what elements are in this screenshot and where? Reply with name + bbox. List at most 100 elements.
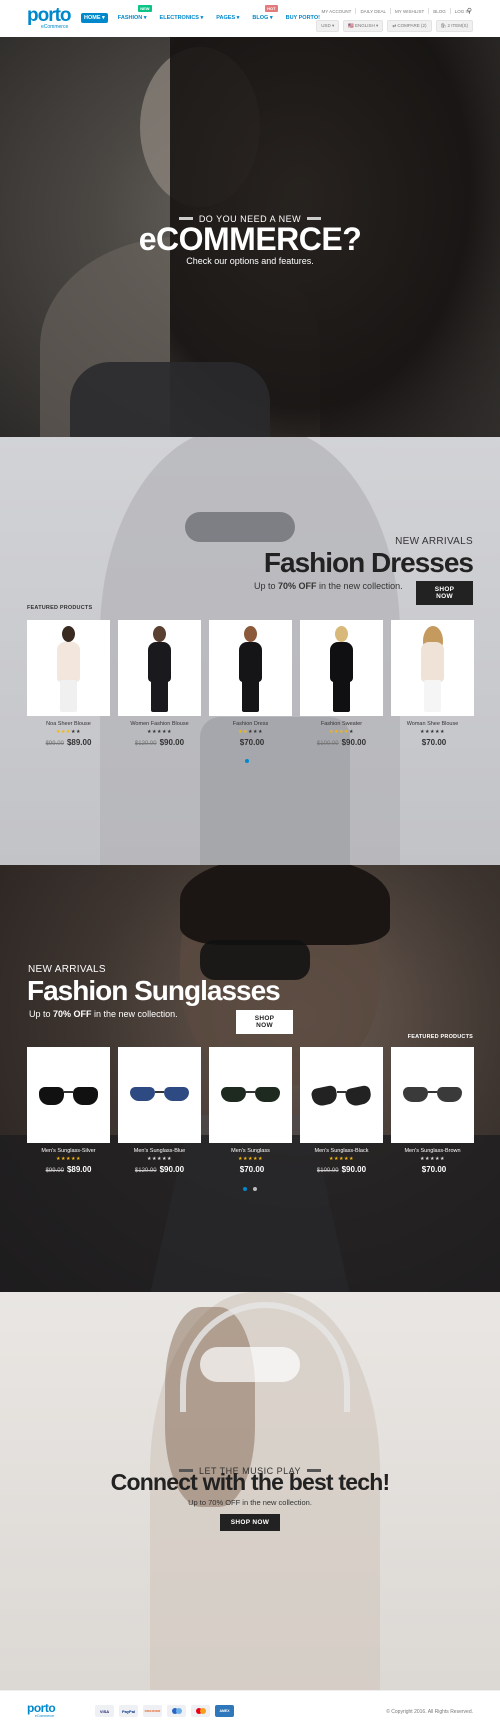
site-header: porto eCommerce HOME ▾ FASHION ▾ NEW ELEC…	[0, 0, 500, 37]
product-card[interactable]: Fashion Dress ★★★★★ $70.00	[209, 620, 292, 747]
product-name[interactable]: Fashion Dress	[209, 721, 292, 727]
link-my-wishlist[interactable]: MY WISHLIST	[395, 9, 424, 14]
rating-stars: ★★★★★	[300, 729, 383, 735]
new-badge: NEW	[138, 5, 152, 12]
nav-electronics[interactable]: ELECTRONICS ▾	[157, 13, 207, 23]
price: $90.00	[341, 1165, 367, 1174]
product-name[interactable]: Men's Sunglass-Silver	[27, 1148, 110, 1154]
divider	[390, 8, 392, 14]
bridge	[428, 1091, 437, 1093]
star-icon: ★	[348, 729, 354, 735]
model-figure	[235, 626, 265, 712]
price: $89.00	[66, 738, 92, 747]
currency-select[interactable]: USD ▾	[316, 20, 340, 32]
product-name[interactable]: Men's Sunglass-Brown	[391, 1148, 474, 1154]
dresses-promo: Up to 70% OFF in the new collection.	[254, 581, 403, 591]
product-name[interactable]: Men's Sunglass-Blue	[118, 1148, 201, 1154]
product-price-row: $70.00	[209, 738, 292, 747]
carousel-dot[interactable]	[245, 759, 249, 763]
link-my-account[interactable]: MY ACCOUNT	[322, 9, 352, 14]
product-name[interactable]: Noa Sheer Blouse	[27, 721, 110, 727]
product-card[interactable]: Noa Sheer Blouse ★★★★★ $99.00 $89.00	[27, 620, 110, 747]
dresses-shop-now-button[interactable]: SHOP NOW	[416, 581, 473, 605]
rating-stars: ★★★★★	[118, 1156, 201, 1162]
price: $89.00	[66, 1165, 92, 1174]
music-bg-glasses	[200, 1347, 300, 1382]
model-torso	[148, 642, 171, 682]
old-price: $120.00	[134, 1168, 157, 1174]
sunglasses-carousel-dots	[243, 1187, 257, 1191]
dresses-title: Fashion Dresses	[263, 547, 474, 578]
footer-logo-word: porto	[27, 1701, 56, 1715]
lens-left	[39, 1087, 64, 1105]
product-image[interactable]	[27, 620, 110, 716]
mastercard-blue-icon	[167, 1705, 186, 1717]
model-figure	[144, 626, 174, 712]
product-card[interactable]: Men's Sunglass-Black ★★★★★ $100.00 $90.00	[300, 1047, 383, 1174]
product-image[interactable]	[27, 1047, 110, 1143]
section-fashion-dresses: NEW ARRIVALS Fashion Dresses Up to 70% O…	[0, 437, 500, 865]
sunglasses-bg-shades	[200, 940, 310, 980]
product-image[interactable]	[300, 620, 383, 716]
nav-fashion[interactable]: FASHION ▾ NEW	[115, 5, 152, 23]
nav-home[interactable]: HOME ▾	[81, 13, 108, 23]
cart-button[interactable]: 🛍 2 ITEM(S)	[435, 20, 473, 32]
product-card[interactable]: Fashion Sweater ★★★★★ $100.00 $90.00	[300, 620, 383, 747]
product-price-row: $70.00	[391, 738, 474, 747]
lens-right	[255, 1087, 280, 1102]
site-footer: porto eCommerce VISA PayPal DISCOVER AME…	[0, 1690, 500, 1728]
sunglasses-shop-now-button[interactable]: SHOP NOW	[236, 1010, 293, 1034]
nav-blog[interactable]: BLOG ▾ HOT	[249, 5, 278, 23]
copyright: © Copyright 2016. All Rights Reserved.	[386, 1709, 473, 1715]
sunglasses-image	[126, 1085, 193, 1107]
model-legs	[333, 680, 350, 712]
star-icon: ★	[166, 729, 172, 735]
link-blog[interactable]: BLOG	[433, 9, 446, 14]
paypal-icon: PayPal	[119, 1705, 138, 1717]
product-price-row: $100.00 $90.00	[300, 738, 383, 747]
carousel-dot[interactable]	[253, 1187, 257, 1191]
product-card[interactable]: Woman Shee Blouse ★★★★★ $70.00	[391, 620, 474, 747]
divider	[428, 8, 430, 14]
price: $70.00	[239, 1165, 265, 1174]
nav-pages[interactable]: PAGES ▾	[213, 13, 242, 23]
product-name[interactable]: Woman Shee Blouse	[391, 721, 474, 727]
search-icon[interactable]: ⚲	[467, 7, 472, 15]
product-name[interactable]: Fashion Sweater	[300, 721, 383, 727]
product-card[interactable]: Men's Sunglass ★★★★★ $70.00	[209, 1047, 292, 1174]
product-card[interactable]: Men's Sunglass-Blue ★★★★★ $120.00 $90.00	[118, 1047, 201, 1174]
product-image[interactable]	[391, 620, 474, 716]
footer-logo[interactable]: porto eCommerce	[27, 1701, 56, 1718]
product-card[interactable]: Women Fashion Blouse ★★★★★ $120.00 $90.00	[118, 620, 201, 747]
product-name[interactable]: Men's Sunglass	[209, 1148, 292, 1154]
model-legs	[424, 680, 441, 712]
compare-button[interactable]: ⇄ COMPARE (2)	[387, 20, 432, 32]
nav-fashion-label: FASHION ▾	[117, 15, 147, 21]
bridge	[155, 1091, 164, 1093]
model-figure	[417, 626, 447, 712]
product-image[interactable]	[209, 620, 292, 716]
price: $90.00	[159, 1165, 185, 1174]
logo-word: porto	[27, 5, 72, 26]
product-image[interactable]	[118, 620, 201, 716]
product-name[interactable]: Men's Sunglass-Black	[300, 1148, 383, 1154]
product-name[interactable]: Women Fashion Blouse	[118, 721, 201, 727]
model-legs	[60, 680, 77, 712]
language-select[interactable]: 🇺🇸 ENGLISH ▾	[343, 20, 384, 32]
carousel-dot[interactable]	[243, 1187, 247, 1191]
product-image[interactable]	[300, 1047, 383, 1143]
dresses-carousel-dots	[245, 759, 249, 763]
music-shop-now-button[interactable]: SHOP NOW	[220, 1514, 280, 1531]
music-subtitle: Up to 70% OFF in the new collection.	[188, 1498, 312, 1507]
hero-model-top	[70, 362, 270, 437]
old-price: $99.00	[45, 1168, 64, 1174]
product-image[interactable]	[391, 1047, 474, 1143]
product-image[interactable]	[209, 1047, 292, 1143]
logo[interactable]: porto eCommerce	[27, 5, 72, 30]
product-card[interactable]: Men's Sunglass-Brown ★★★★★ $70.00	[391, 1047, 474, 1174]
section-fashion-sunglasses: NEW ARRIVALS Fashion Sunglasses Up to 70…	[0, 865, 500, 1292]
hero-ecommerce: DO YOU NEED A NEW eCOMMERCE? Check our o…	[0, 37, 500, 437]
product-image[interactable]	[118, 1047, 201, 1143]
link-daily-deal[interactable]: DAILY DEAL	[360, 9, 386, 14]
product-card[interactable]: Men's Sunglass-Silver ★★★★★ $99.00 $89.00	[27, 1047, 110, 1174]
